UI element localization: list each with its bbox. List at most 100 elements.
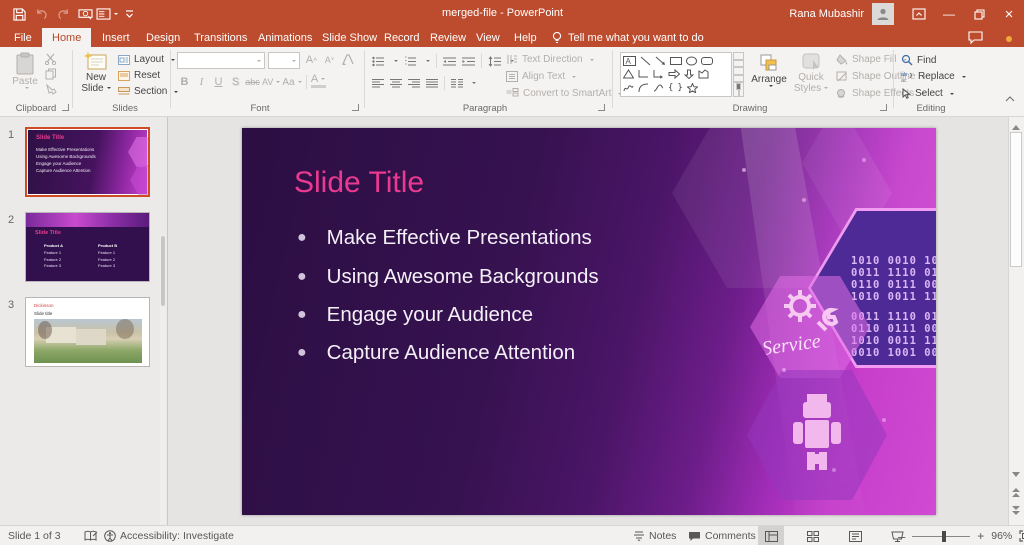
zoom-slider[interactable] — [912, 536, 970, 537]
save-icon[interactable] — [8, 3, 30, 25]
bold-button[interactable]: B — [177, 73, 192, 91]
panel-scrollbar-thumb[interactable] — [161, 236, 165, 306]
strikethrough-button[interactable]: abc — [245, 73, 260, 91]
restore-button[interactable] — [964, 0, 994, 28]
current-slide[interactable]: 1010 0010 10010011 1110 01100110 0111 00… — [242, 128, 936, 515]
comments-button[interactable]: Comments — [688, 526, 756, 545]
notes-icon — [633, 531, 645, 541]
quick-styles-button[interactable]: Quick Styles — [792, 52, 830, 94]
slide-bullet-2[interactable]: ●Using Awesome Backgrounds — [297, 265, 599, 289]
text-shadow-button[interactable]: S — [228, 73, 243, 91]
customize-qat-icon[interactable] — [118, 3, 140, 25]
cut-icon[interactable] — [44, 53, 57, 65]
shapes-gallery-scroll[interactable] — [733, 52, 744, 97]
tab-transitions[interactable]: Transitions — [184, 28, 257, 47]
shape-fill-button[interactable]: Shape Fill — [836, 54, 907, 65]
zoom-in-button[interactable]: + — [977, 529, 984, 543]
numbering-icon[interactable] — [404, 56, 417, 67]
slide-3-photo — [34, 319, 142, 363]
select-button[interactable]: Select — [901, 88, 954, 99]
reading-view-button[interactable] — [842, 526, 868, 545]
font-dialog-launcher[interactable] — [352, 104, 359, 111]
previous-slide-button[interactable] — [1010, 486, 1022, 498]
slide-layout-icon[interactable] — [96, 3, 118, 25]
columns-icon[interactable] — [451, 78, 463, 89]
ribbon: Paste Clipboard New Slide Layout — [0, 47, 1024, 117]
paste-button[interactable]: Paste — [8, 52, 42, 89]
underline-button[interactable]: U — [211, 73, 226, 91]
tab-file[interactable]: File — [4, 28, 42, 47]
shapes-gallery[interactable]: A { } — [620, 52, 732, 97]
slide-3-thumbnail[interactable]: Dickinson Slide title — [25, 297, 150, 367]
spell-check-icon[interactable] — [84, 526, 98, 545]
font-color-button[interactable]: A — [311, 73, 326, 88]
undo-icon[interactable] — [30, 3, 52, 25]
zoom-out-button[interactable]: – — [898, 529, 905, 544]
zoom-level[interactable]: 96% — [991, 530, 1012, 542]
slide-2-thumbnail[interactable]: Slide Title Product A Feature 1 Feature … — [25, 212, 150, 282]
redo-icon[interactable] — [52, 3, 74, 25]
font-size-combobox[interactable] — [268, 52, 300, 69]
copy-icon[interactable] — [44, 68, 57, 80]
user-name[interactable]: Rana Mubashir — [789, 8, 864, 20]
slide-bullet-4[interactable]: ●Capture Audience Attention — [297, 341, 575, 365]
clear-formatting-button[interactable] — [340, 51, 355, 69]
text-direction-button[interactable]: Text Direction — [506, 54, 594, 65]
decrease-indent-icon[interactable] — [443, 56, 456, 67]
drawing-dialog-launcher[interactable] — [880, 104, 887, 111]
reset-button[interactable]: Reset — [118, 70, 160, 81]
layout-button[interactable]: Layout — [118, 54, 175, 65]
tab-design[interactable]: Design — [136, 28, 190, 47]
slide-indicator[interactable]: Slide 1 of 3 — [8, 526, 61, 545]
comments-bubble-icon[interactable] — [968, 31, 983, 44]
accessibility-icon — [104, 530, 116, 542]
decrease-font-size-button[interactable]: A˅ — [322, 51, 337, 69]
avatar[interactable] — [872, 3, 894, 25]
scroll-down-icon[interactable] — [1010, 468, 1022, 480]
align-center-icon[interactable] — [390, 78, 402, 89]
collapse-ribbon-icon[interactable] — [1004, 95, 1016, 103]
format-painter-icon[interactable] — [44, 83, 57, 95]
fit-to-window-icon[interactable] — [1019, 530, 1024, 542]
clipboard-dialog-launcher[interactable] — [62, 104, 69, 111]
tab-insert[interactable]: Insert — [92, 28, 140, 47]
normal-view-button[interactable] — [758, 526, 784, 545]
accessibility-status[interactable]: Accessibility: Investigate — [104, 526, 234, 545]
slide-title-text[interactable]: Slide Title — [294, 166, 424, 200]
scrollbar-thumb[interactable] — [1010, 132, 1022, 267]
find-button[interactable]: Find — [901, 54, 936, 66]
slide-sorter-view-button[interactable] — [800, 526, 826, 545]
ribbon-display-options-icon[interactable] — [904, 0, 934, 28]
zoom-slider-thumb[interactable] — [942, 531, 946, 542]
align-right-icon[interactable] — [408, 78, 420, 89]
replace-button[interactable]: abac Replace — [901, 71, 966, 82]
paragraph-dialog-launcher[interactable] — [598, 104, 605, 111]
slide-bullet-1[interactable]: ●Make Effective Presentations — [297, 226, 592, 250]
close-button[interactable]: × — [994, 0, 1024, 28]
tab-home[interactable]: Home — [42, 28, 91, 47]
slide-1-thumbnail[interactable]: Slide Title Make Effective Presentations… — [25, 127, 150, 197]
start-from-beginning-icon[interactable] — [74, 3, 96, 25]
slide-bullet-3[interactable]: ●Engage your Audience — [297, 303, 533, 327]
convert-to-smartart-button[interactable]: Convert to SmartArt — [506, 88, 622, 99]
tab-help[interactable]: Help — [504, 28, 547, 47]
line-spacing-icon[interactable] — [488, 56, 501, 67]
ribbon-tab-row: File Home Insert Design Transitions Anim… — [0, 28, 1024, 47]
italic-button[interactable]: I — [194, 73, 209, 91]
bullets-icon[interactable] — [372, 56, 385, 67]
arrange-button[interactable]: Arrange — [748, 52, 790, 87]
increase-indent-icon[interactable] — [462, 56, 475, 67]
zoom-controls: – + 96% — [898, 526, 1024, 545]
align-left-icon[interactable] — [372, 78, 384, 89]
increase-font-size-button[interactable]: A˄ — [304, 51, 319, 69]
font-name-combobox[interactable] — [177, 52, 265, 69]
new-slide-button[interactable]: New Slide — [78, 52, 114, 94]
change-case-button[interactable]: Aa — [282, 73, 301, 91]
notes-button[interactable]: Notes — [633, 526, 676, 545]
align-text-button[interactable]: Align Text — [506, 71, 576, 82]
next-slide-button[interactable] — [1010, 504, 1022, 516]
character-spacing-button[interactable]: AV — [262, 73, 280, 91]
justify-icon[interactable] — [426, 78, 438, 89]
minimize-button[interactable]: — — [934, 0, 964, 28]
tell-me-box[interactable]: Tell me what you want to do — [552, 28, 704, 47]
